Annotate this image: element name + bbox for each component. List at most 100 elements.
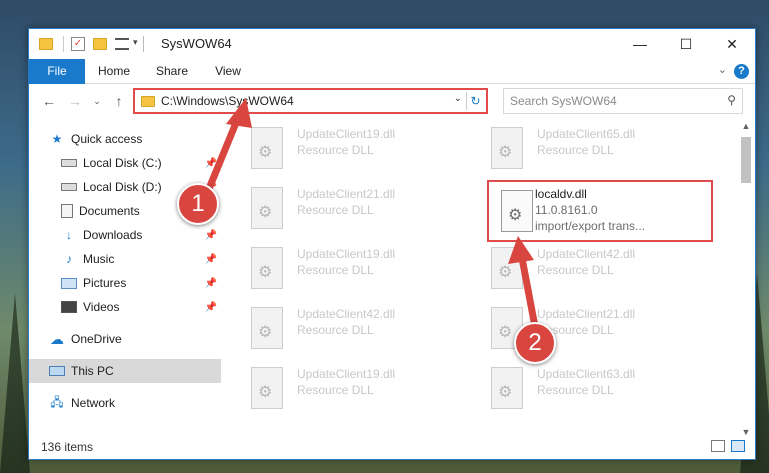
- maximize-button[interactable]: ☐: [663, 29, 709, 59]
- sidebar-item-label: Videos: [83, 300, 120, 314]
- scroll-thumb[interactable]: [741, 137, 751, 183]
- file-name: UpdateClient19.dll: [297, 127, 396, 141]
- file-tile-localdv[interactable]: localdv.dll 11.0.8161.0 import/export tr…: [487, 180, 713, 242]
- sidebar-item-label: Downloads: [83, 228, 143, 242]
- folder-icon: [39, 38, 53, 50]
- drive-icon: [61, 159, 77, 167]
- annotation-badge-1: 1: [177, 183, 219, 225]
- music-icon: ♪: [66, 252, 72, 266]
- address-bar[interactable]: C:\Windows\SysWOW64 ⌄ ↻: [133, 88, 488, 114]
- scroll-up-icon[interactable]: ▲: [739, 119, 753, 133]
- file-type: Resource DLL: [297, 323, 374, 337]
- search-input[interactable]: Search SysWOW64 ⚲: [503, 88, 743, 114]
- sidebar-item-network[interactable]: 🖧 Network: [29, 391, 221, 415]
- customize-icon[interactable]: [115, 38, 129, 50]
- file-type: Resource DLL: [537, 383, 614, 397]
- folder-icon: [141, 95, 155, 107]
- sidebar-item-label: Local Disk (C:): [83, 156, 162, 170]
- navigation-pane: ★ Quick access Local Disk (C:) 📌 Local D…: [29, 125, 221, 441]
- refresh-icon[interactable]: ↻: [466, 92, 484, 110]
- sidebar-item-onedrive[interactable]: ☁ OneDrive: [29, 327, 221, 351]
- dll-file-icon: [251, 187, 283, 229]
- file-type: Resource DLL: [537, 263, 614, 277]
- dll-file-icon: [501, 190, 533, 232]
- chevron-down-icon[interactable]: ⌄: [454, 93, 462, 104]
- sidebar-item-label: This PC: [71, 364, 114, 378]
- properties-icon[interactable]: ✓: [71, 37, 85, 51]
- file-tile[interactable]: UpdateClient42.dll Resource DLL: [237, 305, 467, 355]
- file-name: UpdateClient42.dll: [537, 247, 636, 261]
- file-tile[interactable]: UpdateClient19.dll Resource DLL: [237, 365, 467, 415]
- vertical-scrollbar[interactable]: ▲ ▼: [739, 119, 753, 439]
- pin-icon[interactable]: 📌: [205, 302, 217, 313]
- close-button[interactable]: ✕: [709, 29, 755, 59]
- annotation-badge-2: 2: [514, 322, 556, 364]
- forward-arrow-icon[interactable]: →: [65, 91, 85, 111]
- search-placeholder: Search SysWOW64: [510, 94, 617, 108]
- recent-chevron-icon[interactable]: ⌄: [87, 91, 107, 111]
- sidebar-item-videos[interactable]: Videos 📌: [29, 295, 221, 319]
- tiles-view-icon[interactable]: [731, 440, 745, 452]
- file-name: UpdateClient65.dll: [537, 127, 636, 141]
- address-path: C:\Windows\SysWOW64: [161, 94, 294, 108]
- help-icon[interactable]: ?: [734, 64, 749, 79]
- file-type: Resource DLL: [297, 263, 374, 277]
- back-arrow-icon[interactable]: ←: [39, 91, 59, 111]
- dll-file-icon: [251, 307, 283, 349]
- file-tile[interactable]: UpdateClient63.dll Resource DLL: [477, 365, 707, 415]
- sidebar-item-local-disk-c[interactable]: Local Disk (C:) 📌: [29, 151, 221, 175]
- pin-icon[interactable]: 📌: [205, 278, 217, 289]
- file-tile[interactable]: UpdateClient21.dll Resource DLL: [237, 185, 467, 235]
- file-tile[interactable]: UpdateClient19.dll Resource DLL: [237, 125, 467, 175]
- file-type: Resource DLL: [537, 143, 614, 157]
- download-icon: ↓: [66, 228, 72, 242]
- explorer-window: ✓ ▾ SysWOW64 — ☐ ✕ File Home Share View …: [28, 28, 756, 460]
- window-title: SysWOW64: [161, 36, 232, 51]
- sidebar-item-label: Local Disk (D:): [83, 180, 162, 194]
- tab-home[interactable]: Home: [89, 59, 139, 84]
- sidebar-item-this-pc[interactable]: This PC: [29, 359, 221, 383]
- tab-view[interactable]: View: [203, 59, 253, 84]
- file-type: Resource DLL: [297, 143, 374, 157]
- dll-file-icon: [491, 247, 523, 289]
- new-folder-icon[interactable]: [93, 38, 107, 50]
- background-tree: [0, 293, 30, 473]
- tab-file[interactable]: File: [29, 59, 85, 84]
- pin-icon[interactable]: 📌: [205, 254, 217, 265]
- dll-file-icon: [491, 127, 523, 169]
- sidebar-item-pictures[interactable]: Pictures 📌: [29, 271, 221, 295]
- search-icon[interactable]: ⚲: [727, 93, 736, 107]
- sidebar-item-label: Music: [83, 252, 115, 266]
- dll-file-icon: [251, 127, 283, 169]
- file-tile[interactable]: UpdateClient21.dll Resource DLL: [477, 305, 707, 355]
- status-bar: 136 items: [29, 435, 755, 459]
- pin-icon[interactable]: 📌: [205, 158, 217, 169]
- file-tile[interactable]: UpdateClient65.dll Resource DLL: [477, 125, 707, 175]
- file-tile[interactable]: UpdateClient19.dll Resource DLL: [237, 245, 467, 295]
- network-icon: 🖧: [50, 394, 64, 409]
- file-list: UpdateClient19.dll Resource DLL UpdateCl…: [237, 125, 737, 441]
- expand-ribbon-icon[interactable]: ⌄: [718, 63, 727, 76]
- cloud-icon: ☁: [50, 330, 64, 347]
- file-name: UpdateClient21.dll: [537, 307, 636, 321]
- up-arrow-icon[interactable]: ↑: [109, 91, 129, 111]
- item-count: 136 items: [41, 440, 94, 454]
- sidebar-item-label: OneDrive: [71, 332, 122, 346]
- file-tile[interactable]: UpdateClient42.dll Resource DLL: [477, 245, 707, 295]
- divider: [143, 36, 144, 52]
- sidebar-item-downloads[interactable]: ↓ Downloads 📌: [29, 223, 221, 247]
- chevron-down-icon[interactable]: ▾: [133, 37, 138, 53]
- tab-share[interactable]: Share: [147, 59, 197, 84]
- divider: [63, 36, 64, 52]
- title-bar: ✓ ▾ SysWOW64 — ☐ ✕: [29, 29, 755, 59]
- sidebar-item-quick-access[interactable]: ★ Quick access: [29, 127, 221, 151]
- dll-file-icon: [491, 367, 523, 409]
- ribbon: File Home Share View ⌄ ?: [29, 59, 755, 84]
- computer-icon: [49, 366, 65, 376]
- minimize-button[interactable]: —: [617, 29, 663, 59]
- sidebar-item-label: Network: [71, 396, 116, 410]
- pin-icon[interactable]: 📌: [205, 230, 217, 241]
- details-view-icon[interactable]: [711, 440, 725, 452]
- star-icon: ★: [51, 132, 63, 146]
- sidebar-item-music[interactable]: ♪ Music 📌: [29, 247, 221, 271]
